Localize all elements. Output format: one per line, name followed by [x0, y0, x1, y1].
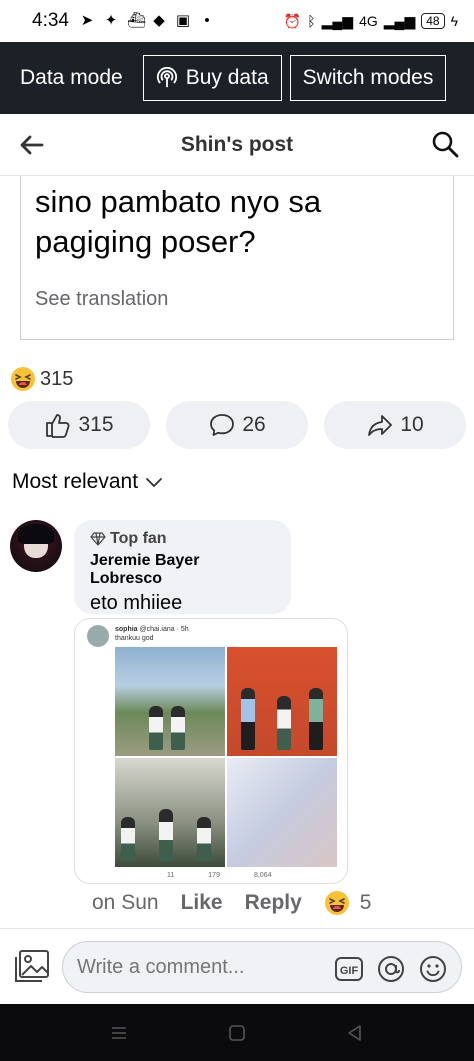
photo-1: [115, 647, 225, 756]
comment-sort-dropdown[interactable]: Most relevant: [12, 470, 164, 494]
tweet-header: sophia @chai.iana · 5h thankuu god: [87, 625, 189, 647]
tweet-stats: 11 179 8,064: [167, 872, 272, 879]
photo-2: [227, 647, 337, 756]
photo-figure: [197, 817, 211, 861]
back-arrow-icon[interactable]: [18, 131, 46, 159]
tweet-views: 8,064: [253, 872, 272, 879]
home-icon[interactable]: [227, 1023, 247, 1043]
reaction-summary[interactable]: 315: [10, 366, 73, 392]
dot-icon: •: [204, 12, 210, 29]
telegram-icon: ➤: [80, 12, 94, 29]
photo-figure: [171, 706, 185, 750]
comment-reactions[interactable]: 5: [324, 890, 372, 916]
post-actions: 315 26 10: [8, 401, 466, 449]
badge-label: Top fan: [110, 530, 167, 547]
like-count: 315: [78, 413, 114, 436]
alarm-icon: ⏰: [283, 12, 302, 29]
ship-icon: ⛴: [126, 12, 147, 29]
chevron-down-icon: [146, 478, 162, 487]
like-button[interactable]: 315: [8, 401, 150, 449]
photo-figure: [309, 688, 323, 750]
data-mode-bar: Data mode Buy data Switch modes: [0, 42, 474, 114]
post-card: sino pambato nyo sa pagiging poser? See …: [20, 176, 454, 340]
comment-reaction-count: 5: [359, 891, 372, 914]
thumbs-up-icon: [46, 414, 70, 438]
buy-data-button[interactable]: Buy data: [142, 55, 282, 101]
comment-reply-button[interactable]: Reply: [245, 891, 302, 915]
diamond-icon: [90, 532, 106, 546]
share-count: 10: [400, 413, 424, 436]
comment-bubble-icon: [210, 414, 235, 436]
page-title: Shin's post: [180, 132, 294, 156]
share-button[interactable]: 10: [324, 401, 466, 449]
photo-3: [115, 758, 225, 867]
post-header: Shin's post: [0, 114, 474, 176]
system-nav-bar: [0, 1004, 474, 1061]
see-translation-link[interactable]: See translation: [35, 288, 439, 311]
bluetooth-icon: ᛒ: [307, 13, 316, 29]
comment-time: on Sun: [92, 891, 159, 914]
comment-meta: on Sun Like Reply 5: [92, 890, 371, 916]
comment-bubble[interactable]: Top fan Jeremie Bayer Lobresco eto mhiie…: [74, 520, 291, 614]
status-time: 4:34: [32, 10, 69, 31]
charging-icon: ϟ: [450, 13, 458, 29]
photo-figure: [149, 706, 163, 750]
photo-gallery-icon[interactable]: [14, 949, 50, 983]
tweet-caption: thankuu god: [115, 635, 154, 642]
signal-icon: ▂▄▆: [321, 12, 354, 29]
photo-4-certificate: [227, 758, 337, 867]
mention-icon[interactable]: [376, 954, 406, 984]
comment-button[interactable]: 26: [166, 401, 308, 449]
tweet-avatar: [87, 625, 109, 647]
tweet-likes: 179: [208, 872, 220, 879]
notification-icons: ➤ ✦ ⛴ ◆ ▣ •: [79, 13, 215, 29]
comment-like-button[interactable]: Like: [181, 891, 223, 915]
comment-text: eto mhiiee: [90, 592, 183, 614]
comment-count: 26: [242, 413, 266, 436]
broadcast-icon: [156, 67, 177, 88]
switch-modes-button[interactable]: Switch modes: [289, 55, 447, 101]
haha-emoji-icon: [324, 891, 349, 915]
svg-text:GIF: GIF: [340, 965, 359, 977]
photo-figure: [277, 696, 291, 750]
status-bar: 4:34 ➤ ✦ ⛴ ◆ ▣ • ⏰ ᛒ ▂▄▆ 4G ▂▄▆ 48 ϟ: [0, 0, 474, 42]
switch-modes-label: Switch modes: [302, 66, 434, 89]
battery-indicator: 48: [421, 13, 445, 29]
signal-icon-2: ▂▄▆: [383, 12, 416, 29]
reaction-count: 315: [40, 367, 74, 390]
android-icon: ◆: [153, 12, 165, 29]
tweet-user: sophia: [115, 626, 138, 633]
share-arrow-icon: [368, 415, 393, 436]
status-right: ⏰ ᛒ ▂▄▆ 4G ▂▄▆ 48 ϟ: [284, 13, 458, 30]
search-icon[interactable]: [430, 129, 460, 159]
avatar-hair: [18, 524, 54, 544]
tweet-handle: @chai.iana · 5h: [139, 626, 189, 633]
comment-composer: GIF: [0, 928, 474, 1004]
app-icon: ▣: [175, 12, 191, 29]
twitter-icon: ✦: [104, 12, 118, 29]
photo-grid: [115, 647, 337, 867]
composer-icons: GIF: [334, 954, 448, 984]
photo-figure: [159, 809, 173, 861]
post-text: sino pambato nyo sa pagiging poser?: [35, 184, 322, 259]
haha-emoji-icon: [11, 367, 35, 391]
photo-figure: [241, 688, 255, 750]
comment-author[interactable]: Jeremie Bayer Lobresco: [90, 552, 275, 588]
emoji-icon[interactable]: [418, 954, 448, 984]
gif-icon[interactable]: GIF: [334, 954, 364, 984]
comment-attached-image[interactable]: sophia @chai.iana · 5h thankuu god 11 17…: [74, 618, 348, 884]
back-icon[interactable]: [345, 1023, 365, 1043]
tweet-meta: sophia @chai.iana · 5h thankuu god: [115, 625, 189, 647]
menu-icon[interactable]: [109, 1023, 129, 1043]
tweet-retweets: 11: [167, 872, 175, 879]
top-fan-badge: Top fan: [90, 530, 275, 548]
network-type: 4G: [359, 13, 378, 29]
buy-data-label: Buy data: [185, 66, 269, 89]
photo-figure: [121, 817, 135, 861]
data-mode-label: Data mode: [20, 66, 123, 89]
sort-label: Most relevant: [12, 470, 139, 493]
avatar[interactable]: [10, 520, 62, 572]
